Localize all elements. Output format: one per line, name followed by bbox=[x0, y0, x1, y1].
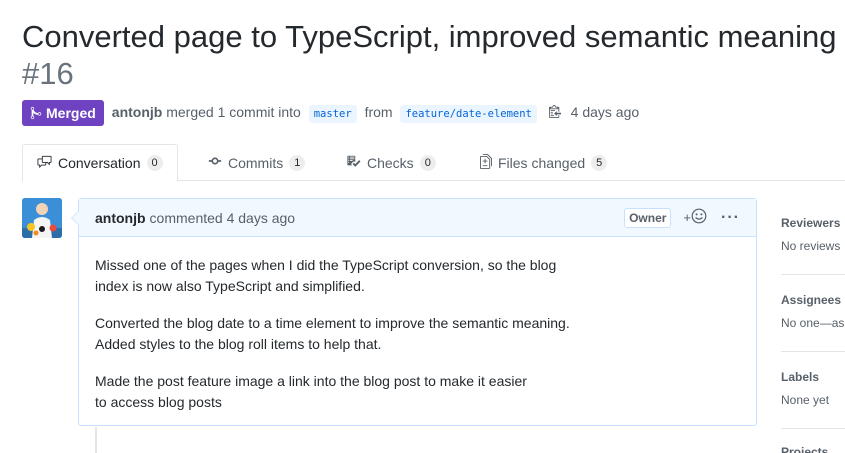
merge-text: merged 1 commit into bbox=[166, 103, 301, 120]
tab-counter: 5 bbox=[591, 154, 608, 171]
pr-author-link[interactable]: antonjb bbox=[112, 104, 163, 120]
head-branch[interactable]: feature/date-element bbox=[400, 104, 537, 123]
status-badge: Merged bbox=[22, 100, 104, 126]
git-merge-icon bbox=[30, 106, 42, 120]
tab-label: Commits bbox=[228, 154, 284, 171]
sidebar-assignees[interactable]: Assignees No one—as bbox=[781, 275, 845, 352]
tab-counter: 0 bbox=[146, 155, 163, 171]
comment-body: Missed one of the pages when I did the T… bbox=[79, 237, 756, 413]
sidebar-heading: Reviewers bbox=[781, 216, 841, 230]
comment-author[interactable]: antonjb bbox=[95, 210, 146, 226]
sidebar-projects[interactable]: Projects bbox=[781, 429, 845, 453]
tab-commits[interactable]: Commits 1 bbox=[194, 144, 319, 181]
comment-line: Added styles to the blog roll items to h… bbox=[95, 336, 382, 352]
pr-number: #16 bbox=[22, 56, 74, 91]
comment-line: Converted the blog date to a time elemen… bbox=[95, 315, 570, 331]
comment-line: Made the post feature image a link into … bbox=[95, 373, 527, 389]
add-reaction-plus: + bbox=[683, 210, 692, 225]
pr-time: 4 days ago bbox=[570, 103, 640, 120]
smiley-icon bbox=[691, 208, 707, 227]
pr-meta: Merged antonjb merged 1 commit into mast… bbox=[22, 100, 639, 126]
pr-tabs: Conversation 0 Commits 1 Checks 0 Files … bbox=[22, 144, 845, 182]
comment-header: antonjb commented 4 days ago Owner + ··· bbox=[79, 199, 756, 237]
tab-counter: 1 bbox=[289, 154, 306, 171]
tab-files-changed[interactable]: Files changed 5 bbox=[466, 144, 621, 181]
comment-line: to access blog posts bbox=[95, 394, 222, 410]
owner-label: Owner bbox=[624, 207, 672, 228]
sidebar-labels[interactable]: Labels None yet bbox=[781, 352, 845, 429]
tab-conversation[interactable]: Conversation 0 bbox=[22, 144, 178, 182]
status-badge-label: Merged bbox=[46, 105, 96, 121]
comment-action: commented bbox=[149, 209, 223, 226]
pr-sidebar: Reviewers No reviews Assignees No one—as… bbox=[781, 198, 845, 453]
checklist-icon bbox=[346, 154, 361, 171]
tab-label: Conversation bbox=[58, 155, 141, 171]
sidebar-value: No one—as bbox=[781, 316, 845, 330]
tab-label: Checks bbox=[367, 154, 414, 171]
avatar[interactable] bbox=[22, 198, 62, 238]
tab-label: Files changed bbox=[498, 154, 586, 171]
timeline-line bbox=[95, 427, 97, 453]
sidebar-reviewers[interactable]: Reviewers No reviews bbox=[781, 198, 845, 275]
more-options-button[interactable]: ··· bbox=[721, 209, 740, 227]
comment-paragraph: Converted the blog date to a time elemen… bbox=[95, 313, 740, 355]
comment-time[interactable]: 4 days ago bbox=[227, 210, 296, 226]
comment-line: index is now also TypeScript and simplif… bbox=[95, 278, 365, 294]
page-title: Converted page to TypeScript, improved s… bbox=[22, 19, 837, 54]
comment-box: antonjb commented 4 days ago Owner + ···… bbox=[71, 198, 757, 426]
comment-discussion-icon bbox=[37, 155, 52, 172]
clippy-copy-icon[interactable] bbox=[548, 104, 561, 121]
sidebar-value: None yet bbox=[781, 393, 830, 407]
git-commit-icon bbox=[208, 154, 222, 171]
tab-counter: 0 bbox=[419, 154, 436, 171]
sidebar-heading: Labels bbox=[781, 370, 820, 384]
tab-checks[interactable]: Checks 0 bbox=[332, 144, 450, 181]
comment-paragraph: Made the post feature image a link into … bbox=[95, 371, 740, 413]
sidebar-heading: Assignees bbox=[781, 293, 842, 307]
file-diff-icon bbox=[480, 153, 492, 172]
pull-request-page: Converted page to TypeScript, improved s… bbox=[0, 0, 845, 453]
add-reaction-button[interactable]: + bbox=[683, 208, 707, 227]
from-text: from bbox=[364, 103, 393, 120]
base-branch[interactable]: master bbox=[308, 104, 357, 123]
sidebar-value: No reviews bbox=[781, 239, 841, 253]
comment-paragraph: Missed one of the pages when I did the T… bbox=[95, 255, 740, 297]
comment-line: Missed one of the pages when I did the T… bbox=[95, 257, 557, 273]
